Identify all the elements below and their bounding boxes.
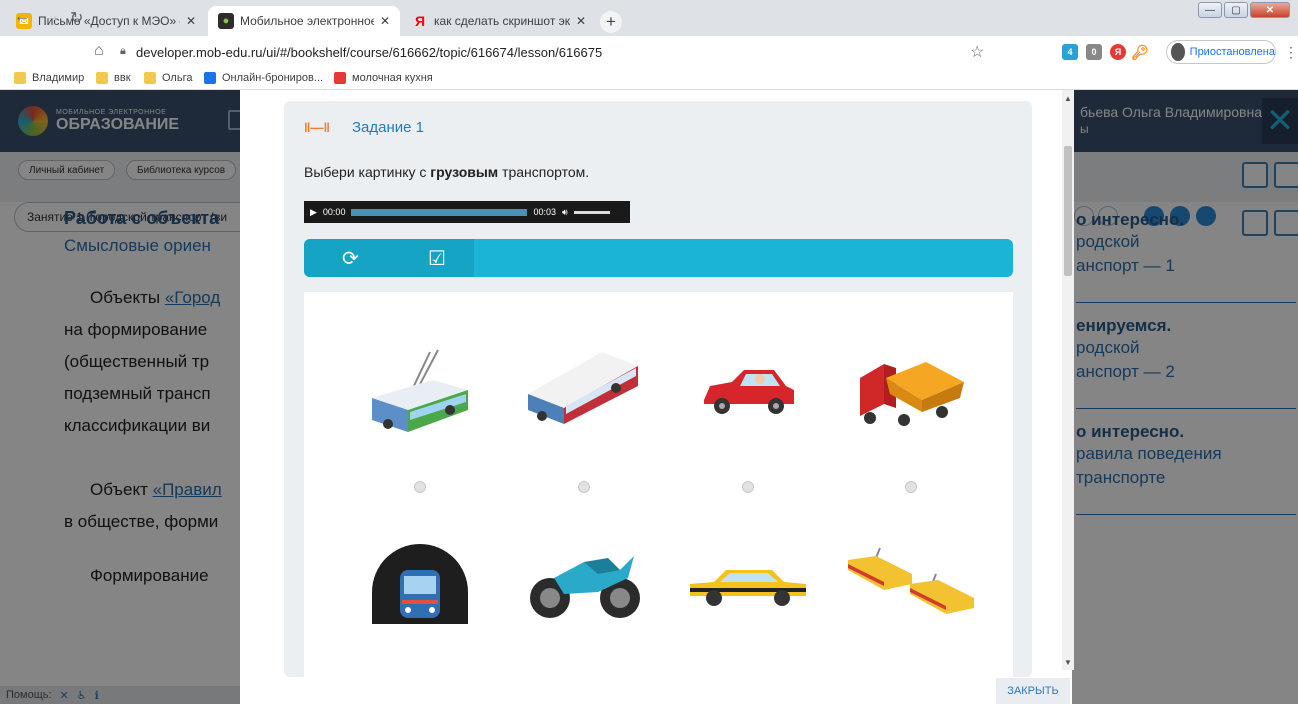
toolbar-segment	[304, 239, 474, 277]
tab-title: как сделать скриншот экрана н	[434, 14, 570, 28]
bookmark-label: молочная кухня	[352, 72, 433, 84]
question-text: транспортом.	[498, 164, 590, 180]
extension-yandex-icon[interactable]: Я	[1110, 44, 1126, 60]
audio-progress-bar[interactable]	[351, 208, 528, 216]
trolleybus-image[interactable]	[368, 346, 472, 439]
home-icon[interactable]: ⌂	[94, 42, 104, 60]
new-tab-button[interactable]: +	[600, 11, 622, 33]
modal-scrollbar[interactable]	[1062, 90, 1074, 670]
dump-truck-image[interactable]	[856, 354, 966, 439]
task-title: Задание 1	[352, 119, 425, 136]
volume-icon[interactable]: 🔊︎	[562, 207, 568, 218]
bookmark-item[interactable]: Ольга	[144, 72, 192, 84]
tab-title: Мобильное электронное образ	[240, 14, 374, 28]
folder-icon	[14, 72, 26, 84]
address-bar[interactable]: 🔒︎ developer.mob-edu.ru/ui/#/bookshelf/c…	[112, 40, 1002, 66]
bookmark-label: Ольга	[162, 72, 193, 84]
extension-translate-icon[interactable]: 0	[1086, 44, 1102, 60]
option-radio-dump-truck[interactable]	[905, 481, 917, 493]
lock-icon: 🔒︎	[120, 45, 126, 57]
audio-player[interactable]: ▶ 00:00 00:03 🔊︎	[304, 201, 630, 223]
bookmark-label: Онлайн-брониров...	[222, 72, 324, 84]
scrollbar-thumb[interactable]	[1064, 146, 1072, 276]
back-icon[interactable]: ←	[14, 8, 30, 26]
minimize-icon[interactable]: —	[1198, 2, 1222, 18]
scroll-down-icon[interactable]: ▼	[1064, 658, 1072, 667]
maximize-icon[interactable]: ▢	[1224, 2, 1248, 18]
close-button[interactable]: ЗАКРЫТЬ	[996, 678, 1070, 704]
dumbbell-icon: ǁ—ǁ	[304, 120, 330, 135]
menu-icon[interactable]: ⋮	[1284, 44, 1298, 61]
bookmark-item[interactable]: Владимир	[14, 72, 84, 84]
audio-current-time: 00:00	[322, 207, 346, 217]
tram-image[interactable]	[846, 546, 976, 629]
bus-image[interactable]	[524, 348, 642, 433]
milk-kitchen-icon	[334, 72, 346, 84]
url-text: developer.mob-edu.ru/ui/#/bookshelf/cour…	[136, 45, 603, 60]
forward-icon[interactable]: →	[44, 8, 60, 26]
extension-calendar-icon[interactable]: 4	[1062, 44, 1078, 60]
motorcycle-image[interactable]	[524, 548, 644, 625]
bookmark-star-icon[interactable]: ☆	[970, 42, 984, 62]
tab-strip: ✉ Письмо «Доступ к МЭО» — Роз ✕ ● Мобиль…	[0, 0, 1298, 36]
folder-icon	[96, 72, 108, 84]
screen: ✉ Письмо «Доступ к МЭО» — Роз ✕ ● Мобиль…	[0, 0, 1298, 704]
task-question: Выбери картинку с грузовым транспортом.	[304, 164, 589, 180]
car-image[interactable]	[700, 364, 796, 421]
bookmark-item[interactable]: ввк	[96, 72, 131, 84]
bookmark-label: Владимир	[32, 72, 85, 84]
bookmarks-bar	[0, 70, 1298, 90]
bookmark-item[interactable]: молочная кухня	[334, 72, 433, 84]
audio-total-time: 00:03	[533, 207, 556, 217]
close-tab-icon[interactable]: ✕	[576, 14, 586, 28]
option-radio-car[interactable]	[742, 481, 754, 493]
close-window-icon[interactable]: ✕	[1250, 2, 1290, 18]
question-text: Выбери картинку с	[304, 164, 431, 180]
bookmark-label: ввк	[114, 72, 131, 84]
tab-mail[interactable]: ✉ Письмо «Доступ к МЭО» — Роз ✕	[6, 6, 206, 36]
metro-image[interactable]	[372, 544, 468, 629]
tab-yandex[interactable]: Я как сделать скриншот экрана н ✕	[402, 6, 596, 36]
folder-icon	[144, 72, 156, 84]
bookmark-item[interactable]: Онлайн-брониров...	[204, 72, 323, 84]
profile-label: Приостановлена	[1189, 46, 1275, 58]
window-controls: — ▢ ✕	[1198, 2, 1290, 18]
scroll-up-icon[interactable]: ▲	[1064, 94, 1072, 103]
extension-key-icon[interactable]: 🔑︎	[1131, 44, 1149, 60]
booking-icon	[204, 72, 216, 84]
yandex-icon: Я	[414, 13, 426, 29]
profile-button[interactable]: Приостановлена	[1166, 40, 1276, 64]
option-radio-trolleybus[interactable]	[414, 481, 426, 493]
question-keyword: грузовым	[430, 164, 499, 180]
option-radio-bus[interactable]	[578, 481, 590, 493]
close-tab-icon[interactable]: ✕	[380, 14, 390, 28]
tab-mobile-edu[interactable]: ● Мобильное электронное образ ✕	[208, 6, 400, 36]
avatar	[1171, 43, 1185, 61]
reload-icon[interactable]: ↻	[70, 8, 83, 28]
task-toolbar: ⟳ ☑	[304, 239, 1013, 277]
taxi-image[interactable]	[688, 566, 808, 613]
refresh-icon[interactable]: ⟳	[342, 246, 359, 271]
check-icon[interactable]: ☑	[428, 246, 446, 271]
close-tab-icon[interactable]: ✕	[186, 14, 196, 28]
mobile-edu-icon: ●	[218, 13, 234, 29]
play-icon[interactable]: ▶	[310, 207, 317, 218]
volume-slider[interactable]	[573, 210, 610, 214]
